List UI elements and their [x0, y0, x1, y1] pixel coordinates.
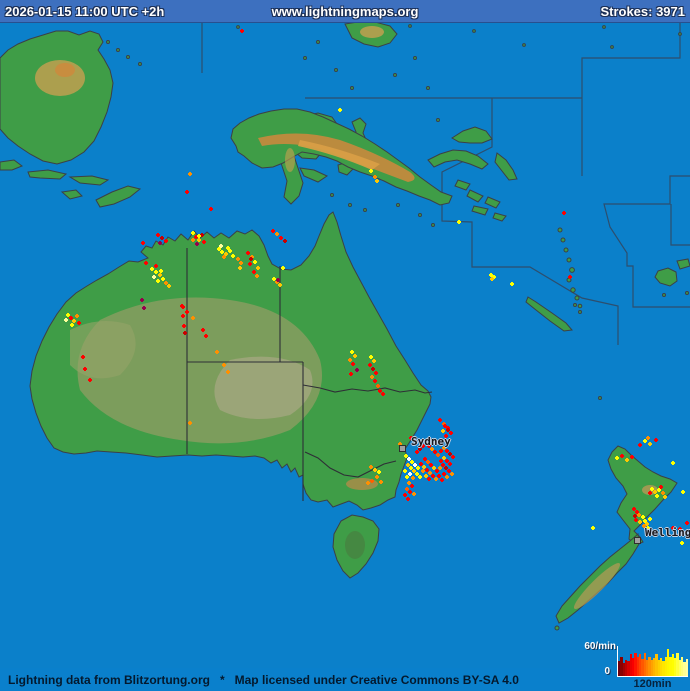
strike-rate-legend: 60/min 0 120min [575, 640, 690, 691]
city-label-wellington: Wellington [645, 526, 690, 539]
attribution-text: Lightning data from Blitzortung.org [8, 672, 210, 687]
legend-ymax-label: 60/min [584, 641, 616, 652]
city-label-sydney: Sydney [411, 435, 451, 448]
lightning-map-app: Sydney Wellington 2026-01-15 11:00 UTC +2… [0, 0, 690, 691]
top-bar: 2026-01-15 11:00 UTC +2h www.lightningma… [0, 0, 690, 23]
strike-rate-histogram [617, 646, 688, 677]
separator: * [219, 672, 225, 687]
license-text: Map licensed under Creative Commons BY-S… [234, 672, 519, 687]
strokes-counter: Strokes: 3971 [600, 3, 685, 19]
site-title: www.lightningmaps.org [271, 3, 419, 19]
legend-xspan-label: 120min [633, 678, 672, 690]
histogram-bar [685, 658, 688, 676]
legend-ymin-label: 0 [604, 666, 610, 677]
city-marker-sydney [399, 445, 406, 452]
city-marker-wellington [634, 537, 641, 544]
map-canvas[interactable] [0, 0, 690, 691]
